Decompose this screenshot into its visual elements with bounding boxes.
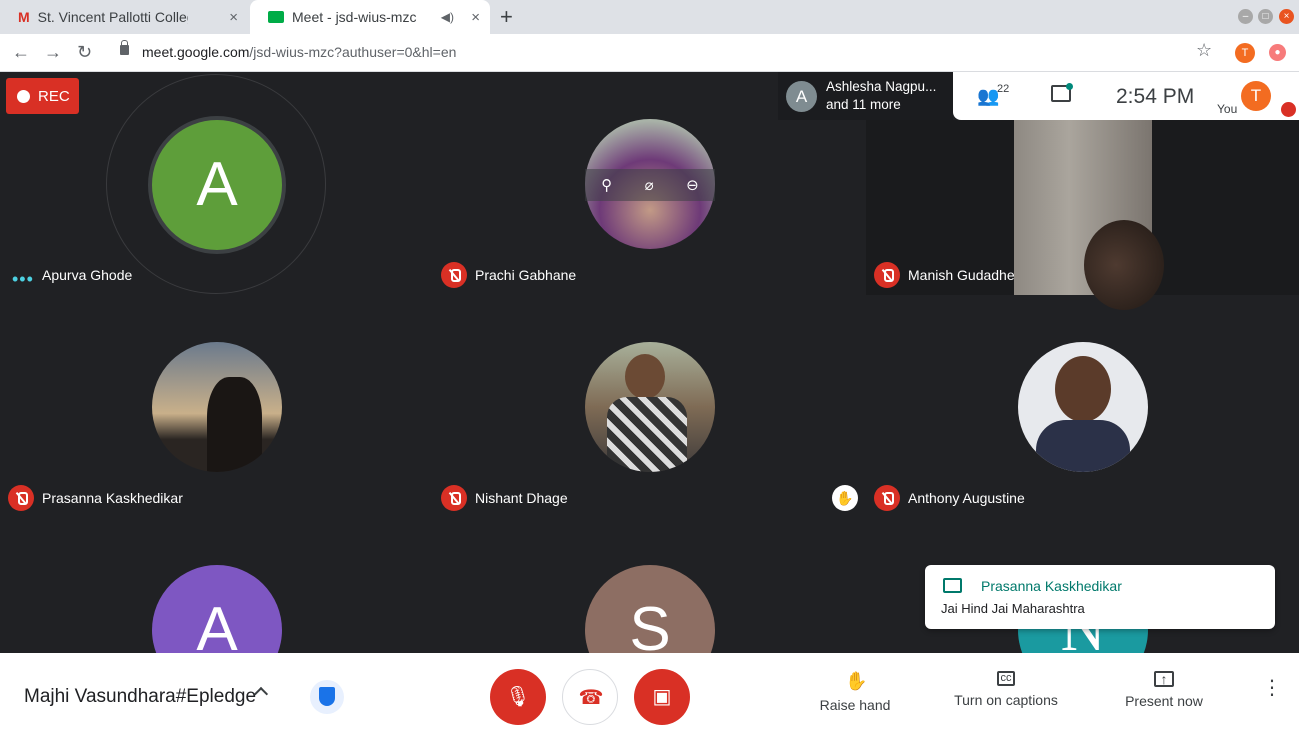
extension-icon[interactable]: ● [1269, 44, 1286, 61]
self-view[interactable]: T You [1213, 72, 1299, 120]
url-path: /jsd-wius-mzc?authuser=0&hl=en [249, 44, 457, 60]
presenting-info[interactable]: A Ashlesha Nagpu... and 11 more [778, 72, 953, 120]
window-close-icon[interactable]: × [1279, 9, 1294, 24]
raised-hand-icon: ✋ [832, 485, 858, 511]
people-count: 22 [997, 83, 1010, 95]
participant-name: Prasanna Kaskhedikar [42, 490, 183, 506]
hang-up-icon: ☎ [578, 687, 604, 709]
presenter-more: and 11 more [826, 97, 901, 112]
meeting-grid: REC A Ashlesha Nagpu... and 11 more 👥 22… [0, 72, 1299, 653]
meeting-panel: 👥 22 2:54 PM [953, 72, 1213, 120]
hand-icon: ✋ [845, 671, 868, 691]
self-label: You [1217, 102, 1238, 116]
message-icon [943, 578, 962, 593]
chat-sender: Prasanna Kaskhedikar [981, 578, 1122, 594]
camera-toggle-button[interactable]: ▣ [634, 669, 690, 725]
maximize-icon[interactable]: □ [1258, 9, 1273, 24]
caret-up-icon[interactable] [253, 686, 269, 702]
present-label: Present now [1125, 693, 1203, 709]
present-now-button[interactable]: ↑ Present now [1120, 671, 1208, 709]
participant-avatar[interactable]: S [585, 565, 715, 653]
mic-off-icon: 🎙 [505, 686, 531, 708]
recording-badge: REC [6, 78, 79, 114]
pin-icon[interactable]: ⚲ [601, 176, 612, 194]
self-avatar: T [1241, 81, 1271, 111]
chat-message: Jai Hind Jai Maharashtra [941, 601, 1085, 616]
participant-name: Manish Gudadhe [908, 267, 1015, 283]
mic-toggle-button[interactable]: 🎙 [490, 669, 546, 725]
camera-off-icon: ▣ [652, 686, 672, 708]
lock-icon[interactable] [120, 40, 129, 55]
browser-tab-bar: M St. Vincent Pallotti Colleg × Meet - j… [0, 0, 1299, 34]
captions-icon: cc [997, 671, 1015, 686]
shield-lock-icon [319, 687, 335, 706]
more-options-icon[interactable]: ⋮ [1262, 678, 1282, 698]
raise-hand-button[interactable]: ✋ Raise hand [815, 671, 895, 713]
bottom-control-bar: Majhi Vasundhara#Epledge 🎙 ☎ ▣ ✋ Raise h… [0, 653, 1299, 741]
participant-photo[interactable] [152, 342, 282, 472]
participant-photo[interactable] [585, 342, 715, 472]
speaking-indicator-icon: ••• [12, 269, 34, 289]
mic-off-icon [441, 262, 467, 288]
new-tab-button[interactable]: + [500, 4, 513, 30]
participant-photo[interactable] [1018, 342, 1148, 472]
tile-hover-controls: ⚲ ⌀ ⊖ [585, 169, 715, 201]
leave-call-button[interactable]: ☎ [562, 669, 618, 725]
captions-label: Turn on captions [954, 692, 1058, 708]
participant-name: Apurva Ghode [42, 267, 133, 283]
mic-off-icon [441, 485, 467, 511]
present-icon: ↑ [1154, 671, 1174, 687]
tab-meet[interactable]: Meet - jsd-wius-mzc ◀) × [250, 0, 490, 34]
mic-off-icon [1281, 102, 1296, 117]
reload-icon[interactable]: ↻ [77, 42, 92, 63]
meeting-name[interactable]: Majhi Vasundhara#Epledge [24, 686, 256, 708]
chat-notification[interactable]: Prasanna Kaskhedikar Jai Hind Jai Mahara… [925, 565, 1275, 629]
rec-label: REC [38, 87, 70, 105]
record-dot-icon [17, 89, 30, 103]
chat-notification-dot [1066, 83, 1073, 90]
gmail-icon: M [18, 9, 30, 25]
browser-toolbar: ← → ↻ meet.google.com/jsd-wius-mzc?authu… [0, 34, 1299, 72]
presenter-name: Ashlesha Nagpu... [826, 79, 937, 94]
tab-title: St. Vincent Pallotti Colleg [37, 9, 188, 25]
mic-off-icon [8, 485, 34, 511]
url-domain: meet.google.com [142, 44, 250, 60]
raise-hand-label: Raise hand [819, 697, 891, 713]
participant-name: Nishant Dhage [475, 490, 568, 506]
mic-off-icon [874, 485, 900, 511]
back-icon[interactable]: ← [12, 42, 30, 63]
participant-avatar[interactable]: A [148, 116, 286, 254]
profile-avatar[interactable]: T [1235, 43, 1255, 63]
minimize-icon[interactable]: – [1238, 9, 1253, 24]
meet-icon [268, 11, 284, 23]
forward-icon[interactable]: → [44, 42, 62, 63]
meeting-clock: 2:54 PM [1116, 85, 1195, 108]
bookmark-star-icon[interactable]: ☆ [1196, 40, 1212, 61]
close-tab-icon[interactable]: × [471, 9, 480, 26]
mute-icon[interactable]: ⌀ [645, 176, 654, 194]
participant-video [1014, 120, 1164, 310]
close-tab-icon[interactable]: × [229, 9, 238, 26]
tab-title: Meet - jsd-wius-mzc [292, 9, 417, 25]
tab-college[interactable]: M St. Vincent Pallotti Colleg × [0, 0, 248, 34]
host-controls-button[interactable] [310, 680, 344, 714]
address-bar[interactable]: meet.google.com/jsd-wius-mzc?authuser=0&… [142, 44, 456, 60]
avatar: A [786, 80, 817, 112]
participant-avatar[interactable]: A [152, 565, 282, 653]
mic-off-icon [874, 262, 900, 288]
captions-button[interactable]: cc Turn on captions [950, 671, 1062, 708]
remove-icon[interactable]: ⊖ [686, 176, 699, 194]
participant-name: Prachi Gabhane [475, 267, 577, 283]
speaker-icon[interactable]: ◀) [441, 10, 454, 24]
participant-name: Anthony Augustine [908, 490, 1025, 506]
